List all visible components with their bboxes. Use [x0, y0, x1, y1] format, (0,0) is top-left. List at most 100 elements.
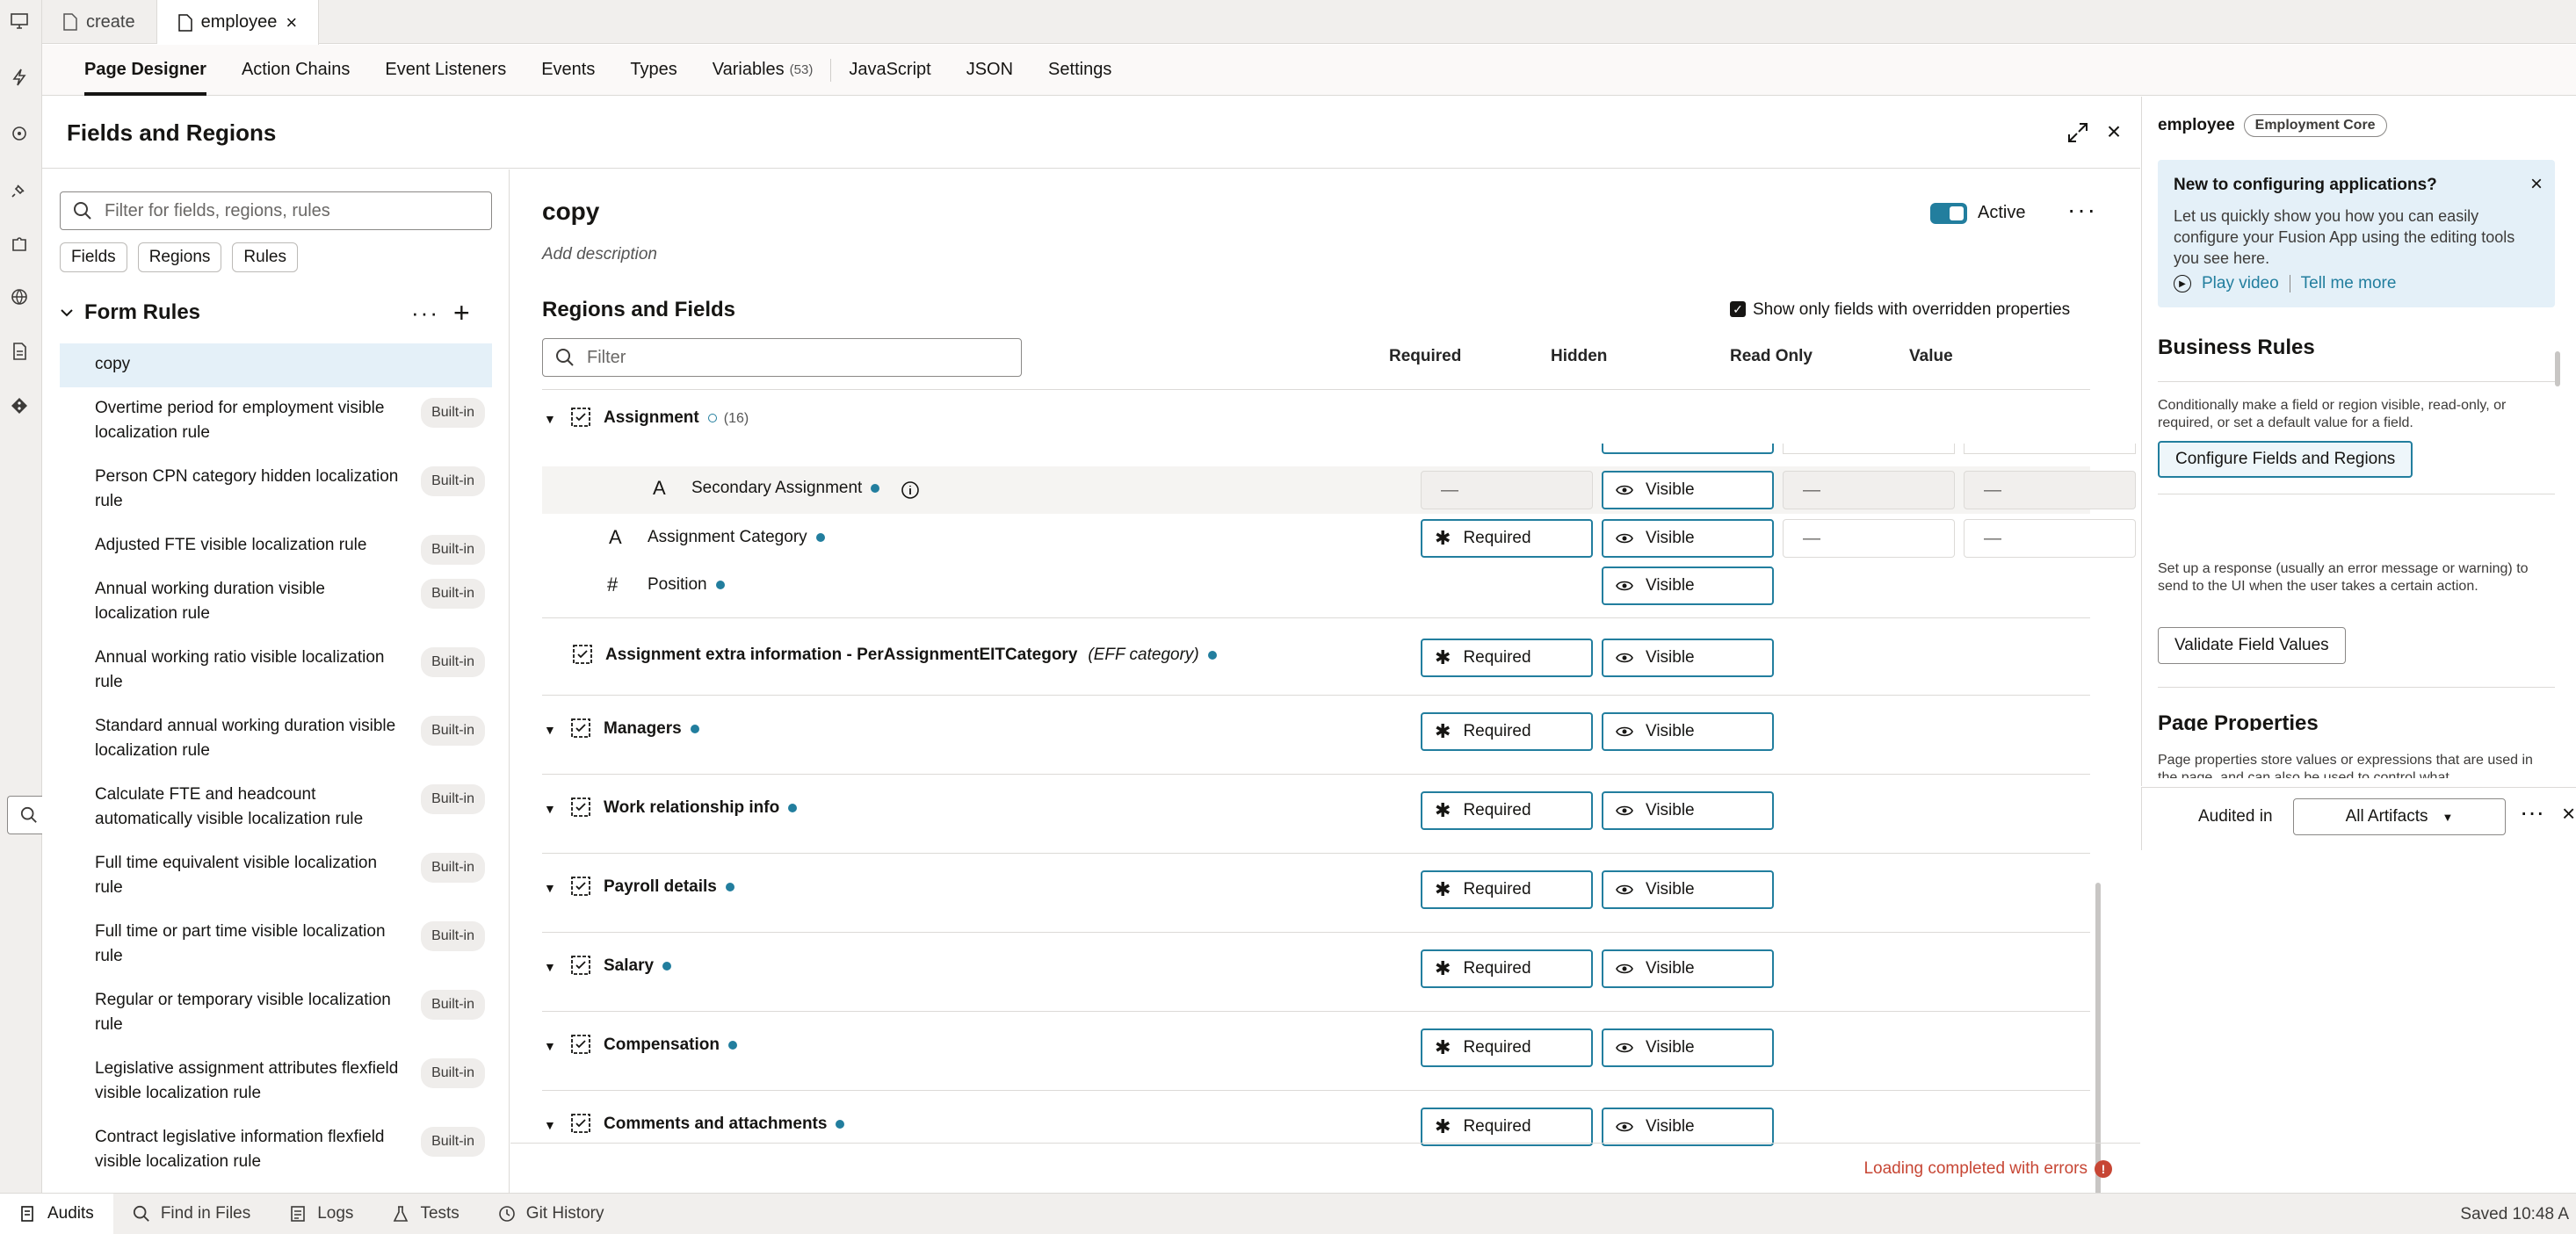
- caret-down-icon[interactable]: ▼: [544, 1039, 556, 1053]
- chip-rules[interactable]: Rules: [232, 242, 298, 272]
- list-item[interactable]: Contract legislative information flexfie…: [60, 1116, 492, 1185]
- required-button[interactable]: ✱ Required: [1421, 1028, 1593, 1067]
- visible-button[interactable]: Visible: [1602, 1028, 1774, 1067]
- tab-page-designer[interactable]: Page Designer: [67, 45, 224, 96]
- tab-javascript[interactable]: JavaScript: [831, 45, 948, 96]
- list-item[interactable]: Regular or temporary visible localizatio…: [60, 979, 492, 1048]
- caret-down-icon[interactable]: ▼: [544, 723, 556, 737]
- caret-down-icon[interactable]: ▼: [544, 881, 556, 895]
- region-row[interactable]: ▼ Work relationship info ✱ Required Visible: [542, 779, 2090, 853]
- git-icon[interactable]: [5, 392, 33, 420]
- add-icon[interactable]: +: [453, 297, 470, 329]
- plug-icon[interactable]: [5, 176, 33, 204]
- list-item[interactable]: Standard annual working duration visible…: [60, 705, 492, 774]
- list-item[interactable]: Annual working duration visible localiza…: [60, 568, 492, 637]
- expand-icon[interactable]: [2066, 121, 2089, 144]
- tab-tests[interactable]: Tests: [373, 1194, 478, 1234]
- tab-variables[interactable]: Variables (53): [695, 45, 831, 96]
- list-item[interactable]: Legislative assignment attributes flexfi…: [60, 1048, 492, 1116]
- list-item[interactable]: Calculate FTE and headcount automaticall…: [60, 774, 492, 842]
- overridden-checkbox[interactable]: ✓: [1730, 301, 1746, 317]
- region-row[interactable]: ▼ Compensation ✱ Required Visible: [542, 1016, 2090, 1090]
- visible-button[interactable]: Visible: [1602, 1108, 1774, 1146]
- region-row[interactable]: ▼ Assignment (16): [542, 407, 2090, 442]
- list-item[interactable]: copy: [60, 343, 492, 387]
- field-row[interactable]: # Position Visible: [542, 563, 2090, 610]
- read-only-cell[interactable]: —: [1783, 519, 1955, 558]
- required-button[interactable]: ✱ Required: [1421, 791, 1593, 830]
- tab-event-listeners[interactable]: Event Listeners: [367, 45, 524, 96]
- active-toggle[interactable]: [1930, 203, 1967, 224]
- read-only-cell[interactable]: —: [1783, 471, 1955, 509]
- visible-button[interactable]: Visible: [1602, 949, 1774, 988]
- close-icon[interactable]: ×: [2530, 172, 2543, 197]
- visible-button[interactable]: Visible: [1602, 712, 1774, 751]
- required-button[interactable]: ✱ Required: [1421, 712, 1593, 751]
- tab-git-history[interactable]: Git History: [479, 1194, 624, 1234]
- editor-tab-create[interactable]: create: [42, 0, 157, 44]
- list-item[interactable]: Adjusted FTE visible localization rule Bu…: [60, 524, 492, 568]
- tab-json[interactable]: JSON: [949, 45, 1031, 96]
- add-description[interactable]: Add description: [542, 245, 657, 264]
- region-row[interactable]: ▼ Salary ✱ Required Visible: [542, 937, 2090, 1011]
- visible-button[interactable]: Visible: [1602, 471, 1774, 509]
- tell-me-more-link[interactable]: Tell me more: [2301, 274, 2397, 293]
- field-row[interactable]: A Secondary Assignment — Visible — —: [542, 466, 2136, 514]
- tab-action-chains[interactable]: Action Chains: [224, 45, 367, 96]
- close-icon[interactable]: ×: [2102, 119, 2126, 144]
- value-cell[interactable]: —: [1964, 519, 2136, 558]
- monitor-icon[interactable]: [5, 7, 33, 35]
- more-icon[interactable]: ···: [2520, 798, 2544, 826]
- caret-down-icon[interactable]: ▼: [544, 412, 556, 426]
- validate-field-values-button[interactable]: Validate Field Values: [2158, 627, 2346, 664]
- artifacts-select[interactable]: All Artifacts ▼: [2293, 798, 2506, 835]
- tab-audits[interactable]: Audits: [0, 1193, 113, 1234]
- more-icon[interactable]: ···: [2067, 196, 2097, 224]
- document-icon[interactable]: [5, 337, 33, 365]
- field-row[interactable]: A Assignment Category ✱ Required Visible…: [542, 514, 2136, 563]
- list-item[interactable]: Annual working ratio visible localizatio…: [60, 637, 492, 705]
- region-row[interactable]: Assignment extra information - PerAssign…: [542, 626, 2090, 688]
- visible-button[interactable]: Visible: [1602, 639, 1774, 677]
- caret-down-icon[interactable]: ▼: [544, 1118, 556, 1132]
- more-icon[interactable]: ···: [411, 299, 439, 327]
- required-button[interactable]: ✱ Required: [1421, 519, 1593, 558]
- target-icon[interactable]: [5, 119, 33, 148]
- chip-fields[interactable]: Fields: [60, 242, 127, 272]
- puzzle-icon[interactable]: [5, 230, 33, 258]
- search-input[interactable]: [7, 796, 42, 834]
- region-row[interactable]: ▼ Payroll details ✱ Required Visible: [542, 858, 2090, 932]
- value-cell[interactable]: —: [1964, 471, 2136, 509]
- list-item[interactable]: Person CPN category hidden localization …: [60, 456, 492, 524]
- tab-find-in-files[interactable]: Find in Files: [113, 1194, 270, 1234]
- lightning-icon[interactable]: [5, 63, 33, 91]
- required-button[interactable]: ✱ Required: [1421, 949, 1593, 988]
- error-status[interactable]: Loading completed with errors!: [1863, 1159, 2112, 1179]
- caret-down-icon[interactable]: ▼: [544, 960, 556, 974]
- visible-button[interactable]: Visible: [1602, 566, 1774, 605]
- visible-button[interactable]: Visible: [1602, 870, 1774, 909]
- required-button[interactable]: ✱ Required: [1421, 639, 1593, 677]
- list-item[interactable]: Overtime period for employment visible l…: [60, 387, 492, 456]
- close-icon[interactable]: ×: [2562, 800, 2575, 827]
- configure-fields-button[interactable]: Configure Fields and Regions: [2158, 441, 2413, 478]
- rules-search[interactable]: [60, 191, 492, 230]
- required-button[interactable]: ✱ Required: [1421, 870, 1593, 909]
- list-item[interactable]: Full time or part time visible localizat…: [60, 911, 492, 979]
- properties-scrollbar[interactable]: [2555, 351, 2560, 386]
- tab-events[interactable]: Events: [524, 45, 612, 96]
- required-cell[interactable]: —: [1421, 471, 1593, 509]
- chip-regions[interactable]: Regions: [137, 242, 222, 272]
- regions-filter[interactable]: [542, 338, 1022, 377]
- required-button[interactable]: ✱ Required: [1421, 1108, 1593, 1146]
- caret-down-icon[interactable]: ▼: [544, 802, 556, 816]
- globe-icon[interactable]: [5, 283, 33, 311]
- rules-search-input[interactable]: [105, 200, 491, 221]
- visible-button[interactable]: Visible: [1602, 791, 1774, 830]
- play-video-link[interactable]: Play video: [2202, 274, 2279, 293]
- region-row[interactable]: ▼ Managers ✱ Required Visible: [542, 700, 2090, 774]
- chevron-down-icon[interactable]: [60, 306, 74, 320]
- filter-input[interactable]: [587, 347, 1021, 368]
- visible-button[interactable]: Visible: [1602, 519, 1774, 558]
- tab-settings[interactable]: Settings: [1031, 45, 1129, 96]
